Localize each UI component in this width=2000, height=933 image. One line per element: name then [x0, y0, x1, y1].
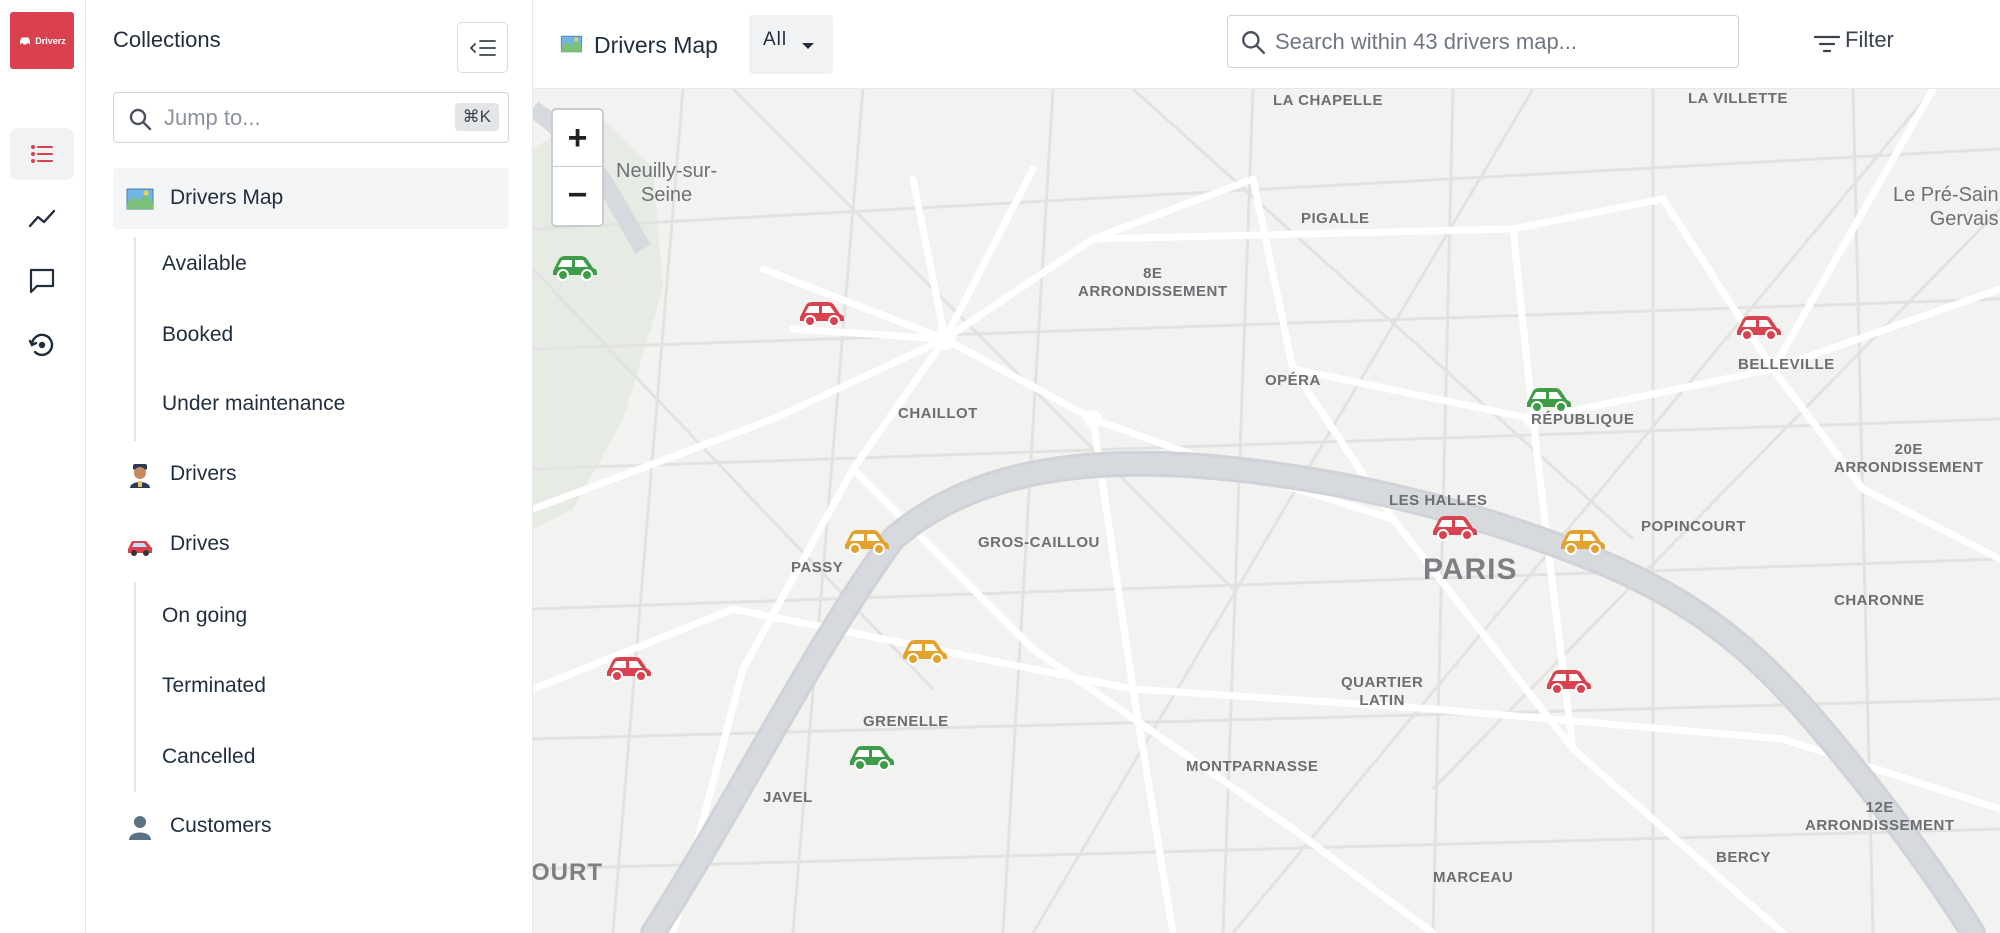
- scope-select[interactable]: All: [749, 15, 833, 74]
- car-marker-icon[interactable]: [549, 251, 599, 281]
- scope-select-value: All: [763, 29, 788, 50]
- jump-to-placeholder: Jump to...: [164, 105, 261, 130]
- map-label: PASSY: [791, 559, 844, 576]
- map-emoji-icon: [126, 188, 154, 210]
- sidebar-item-customers[interactable]: Customers: [113, 796, 509, 857]
- car-marker-icon[interactable]: [1733, 311, 1783, 341]
- app-window: Driverz Collections Jump to... ⌘K Driver…: [0, 0, 2000, 933]
- map-label: 12E ARRONDISSEMENT: [1805, 799, 1955, 834]
- messages-nav-button[interactable]: [10, 255, 74, 307]
- sidebar-item-on-going[interactable]: On going: [162, 604, 247, 628]
- collections-nav-button[interactable]: [10, 128, 74, 180]
- logo-car-icon: [20, 37, 31, 46]
- car-marker-icon[interactable]: [1523, 383, 1573, 413]
- map-label: LA CHAPELLE: [1273, 92, 1383, 109]
- map-label: QUARTIER LATIN: [1341, 674, 1424, 709]
- car-emoji-icon: [128, 541, 152, 556]
- page-header: Drivers Map All Search within 43 drivers…: [533, 0, 2000, 89]
- map-label: MARCEAU: [1433, 869, 1514, 886]
- chart-line-icon: [28, 209, 56, 228]
- sidebar-item-label: Drivers Map: [170, 186, 284, 209]
- car-marker-icon[interactable]: [841, 525, 891, 555]
- keyboard-shortcut-badge: ⌘K: [454, 103, 499, 131]
- collapse-sidebar-button[interactable]: [457, 22, 508, 73]
- sidebar-item-available[interactable]: Available: [162, 252, 247, 276]
- map-label: PARIS: [1423, 553, 1518, 586]
- search-icon: [129, 108, 152, 131]
- map-label: Neuilly-sur- Seine: [616, 160, 718, 206]
- search-placeholder: Search within 43 drivers map...: [1275, 29, 1578, 54]
- analytics-nav-button[interactable]: [10, 192, 74, 244]
- list-icon: [31, 145, 53, 163]
- map-label: Le Pré-Sain Gervais: [1893, 184, 1999, 230]
- collections-sidebar: Collections Jump to... ⌘K Drivers Map Av…: [86, 0, 533, 933]
- search-icon: [1242, 31, 1266, 55]
- drivers-map[interactable]: LA CHAPELLE LA VILLETTE Neuilly-sur- Sei…: [533, 89, 2000, 933]
- driver-emoji-icon: [130, 464, 150, 488]
- map-label: 20E ARRONDISSEMENT: [1834, 441, 1984, 476]
- map-label: LES HALLES: [1389, 492, 1488, 509]
- sidebar-item-under-maintenance[interactable]: Under maintenance: [162, 392, 345, 416]
- filter-icon: [1814, 35, 1840, 53]
- map-label: JAVEL: [763, 789, 813, 806]
- history-icon: [28, 333, 54, 357]
- page-title: Drivers Map: [594, 32, 718, 58]
- sidebar-item-cancelled[interactable]: Cancelled: [162, 745, 255, 769]
- customer-emoji-icon: [129, 816, 151, 840]
- map-label: GRENELLE: [863, 713, 949, 730]
- jump-to-input[interactable]: Jump to... ⌘K: [113, 92, 509, 143]
- filter-label: Filter: [1845, 27, 1894, 52]
- car-marker-icon[interactable]: [846, 741, 896, 771]
- collapse-menu-icon: [469, 39, 496, 56]
- tree-line: [134, 237, 136, 441]
- tree-line: [134, 582, 136, 792]
- sidebar-title: Collections: [113, 27, 221, 52]
- map-label: OURT: [533, 859, 603, 886]
- logo-text: Driverz: [35, 35, 66, 46]
- car-marker-icon[interactable]: [899, 635, 949, 665]
- map-label: BERCY: [1716, 849, 1772, 866]
- chat-icon: [29, 268, 55, 294]
- zoom-in-button[interactable]: +: [553, 110, 602, 167]
- map-label: CHAILLOT: [898, 405, 978, 422]
- sidebar-item-label: Drivers: [170, 462, 237, 485]
- map-tiles: [533, 89, 2000, 933]
- map-label: 8E ARRONDISSEMENT: [1078, 265, 1228, 300]
- sidebar-item-drives[interactable]: Drives: [113, 514, 509, 575]
- map-label: BELLEVILLE: [1738, 356, 1835, 373]
- map-emoji-icon: [560, 35, 583, 53]
- car-marker-icon[interactable]: [603, 652, 653, 682]
- map-label: RÉPUBLIQUE: [1531, 411, 1635, 428]
- sidebar-item-label: Drives: [170, 532, 230, 555]
- sidebar-item-drivers-map[interactable]: Drivers Map: [113, 168, 509, 229]
- car-marker-icon[interactable]: [1543, 665, 1593, 695]
- car-marker-icon[interactable]: [796, 297, 846, 327]
- map-label: OPÉRA: [1265, 372, 1321, 389]
- map-label: PIGALLE: [1301, 210, 1370, 227]
- icon-rail: Driverz: [0, 0, 86, 933]
- caret-down-icon: [802, 43, 814, 49]
- search-input[interactable]: Search within 43 drivers map...: [1227, 15, 1739, 68]
- map-label: CHARONNE: [1834, 592, 1925, 609]
- map-label: MONTPARNASSE: [1186, 758, 1319, 775]
- map-label: GROS-CAILLOU: [978, 534, 1100, 551]
- car-marker-icon[interactable]: [1557, 525, 1607, 555]
- sidebar-item-label: Customers: [170, 814, 272, 837]
- map-label: LA VILLETTE: [1688, 90, 1788, 107]
- sidebar-item-drivers[interactable]: Drivers: [113, 444, 509, 505]
- sidebar-item-booked[interactable]: Booked: [162, 323, 233, 347]
- zoom-out-button[interactable]: −: [553, 167, 602, 224]
- history-nav-button[interactable]: [10, 319, 74, 371]
- sidebar-item-terminated[interactable]: Terminated: [162, 674, 266, 698]
- zoom-control: + −: [551, 108, 604, 227]
- app-logo[interactable]: Driverz: [10, 12, 74, 69]
- map-label: POPINCOURT: [1641, 518, 1747, 535]
- car-marker-icon[interactable]: [1429, 511, 1479, 541]
